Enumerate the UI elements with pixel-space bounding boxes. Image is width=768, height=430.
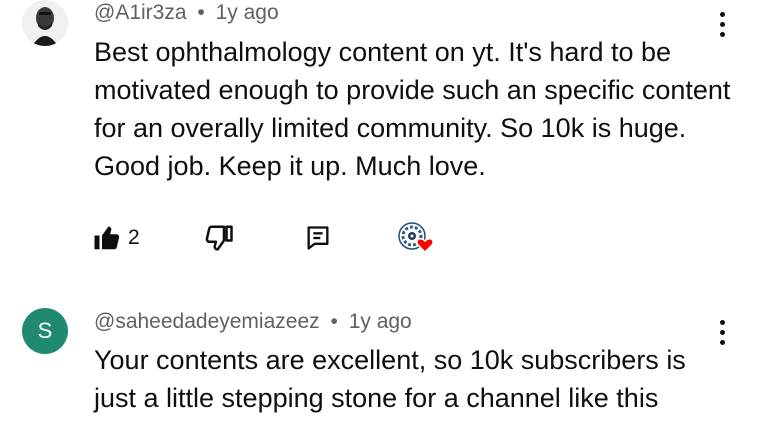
reply-button[interactable] (304, 220, 332, 256)
comment-time[interactable]: 1y ago (216, 1, 279, 24)
avatar[interactable] (22, 0, 68, 46)
comment-item: @A1ir3za • 1y ago Best ophthalmology con… (0, 0, 768, 290)
meta-separator: • (197, 1, 205, 24)
comment-text: Best ophthalmology content on yt. It's h… (94, 37, 731, 181)
like-count: 2 (128, 226, 140, 249)
thumb-down-icon (205, 225, 233, 251)
comment-item: S @saheedadeyemiazeez • 1y ago Your cont… (0, 290, 768, 430)
comment-meta: @saheedadeyemiazeez • 1y ago (94, 310, 412, 334)
avatar[interactable]: S (22, 308, 68, 354)
comment-meta: @A1ir3za • 1y ago (94, 1, 279, 25)
like-button[interactable]: 2 (92, 220, 140, 256)
more-vertical-icon[interactable] (716, 12, 728, 37)
author-handle[interactable]: @saheedadeyemiazeez (94, 310, 320, 333)
meta-separator: • (330, 310, 338, 333)
author-handle[interactable]: @A1ir3za (94, 1, 187, 24)
creator-heart-icon[interactable] (396, 220, 436, 256)
more-vertical-icon[interactable] (716, 320, 728, 345)
comments-list: @A1ir3za • 1y ago Best ophthalmology con… (0, 0, 768, 430)
avatar-letter: S (37, 318, 53, 343)
comment-text: Your contents are excellent, so 10k subs… (94, 345, 686, 413)
reply-comment-icon (307, 226, 329, 250)
comment-actions: 2 (92, 220, 452, 260)
comment-time[interactable]: 1y ago (349, 310, 412, 333)
dislike-button[interactable] (204, 220, 234, 256)
thumb-up-filled-icon (94, 226, 120, 250)
